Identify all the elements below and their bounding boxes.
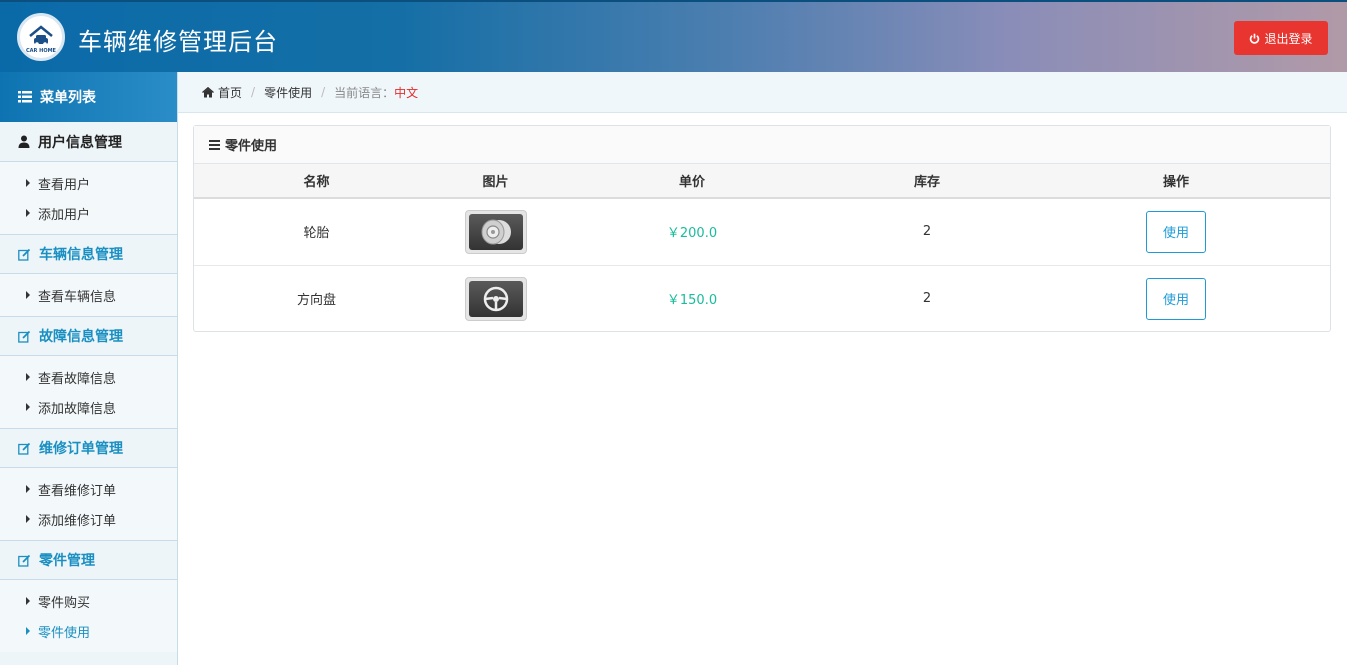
edit-icon — [18, 442, 31, 455]
caret-right-icon — [26, 485, 30, 493]
parts-table: 名称 图片 单价 库存 操作 轮胎 ￥200.0 2 使用 方向盘 ￥150.0… — [194, 164, 1330, 332]
caret-right-icon — [26, 209, 30, 217]
panel-header: 零件使用 — [194, 126, 1330, 164]
sidebar-title: 菜单列表 — [40, 90, 96, 106]
column-header-price: 单价 — [552, 164, 832, 199]
part-image-cell — [439, 198, 552, 266]
sidebar-item-label: 查看维修订单 — [38, 483, 117, 499]
sidebar-group-label: 用户信息管理 — [38, 134, 122, 151]
part-action-cell: 使用 — [1022, 265, 1330, 332]
sidebar-item-label: 查看故障信息 — [38, 371, 117, 387]
caret-right-icon — [26, 627, 30, 635]
sidebar-item-label: 添加维修订单 — [38, 513, 117, 529]
list-icon — [18, 91, 32, 103]
table-row: 轮胎 ￥200.0 2 使用 — [194, 198, 1330, 266]
use-part-button[interactable]: 使用 — [1146, 210, 1206, 253]
use-part-button[interactable]: 使用 — [1146, 277, 1206, 320]
sidebar-item-view-users[interactable]: 查看用户 — [0, 168, 177, 198]
breadcrumb: 首页 / 零件使用 / 当前语言： 中文 — [178, 72, 1347, 113]
sidebar-item-view-vehicles[interactable]: 查看车辆信息 — [0, 280, 177, 310]
sidebar-group-parts[interactable]: 零件管理 — [0, 540, 177, 580]
app-logo: CAR HOME — [17, 13, 65, 61]
logout-button[interactable]: 退出登录 — [1234, 21, 1328, 55]
sidebar-item-view-orders[interactable]: 查看维修订单 — [0, 474, 177, 504]
sidebar-group-label: 零件管理 — [39, 553, 95, 569]
part-action-cell: 使用 — [1022, 198, 1330, 266]
sidebar-group-items: 查看故障信息 添加故障信息 — [0, 356, 177, 428]
sidebar-header: 菜单列表 — [0, 72, 177, 122]
power-icon — [1250, 33, 1260, 44]
edit-icon — [18, 248, 31, 261]
part-image-cell — [439, 265, 552, 332]
sidebar-group-label: 车辆信息管理 — [39, 247, 123, 263]
sidebar-item-label: 查看用户 — [38, 177, 91, 193]
parts-use-panel: 零件使用 名称 图片 单价 库存 操作 轮胎 ￥200.0 2 使用 方向盘 ￥… — [193, 125, 1331, 332]
caret-right-icon — [26, 597, 30, 605]
caret-right-icon — [26, 373, 30, 381]
sidebar-item-label: 添加用户 — [38, 207, 91, 223]
sidebar-item-parts-purchase[interactable]: 零件购买 — [0, 586, 177, 616]
part-name: 方向盘 — [296, 293, 336, 309]
tire-icon — [481, 219, 511, 245]
part-price: ￥150.0 — [666, 293, 718, 309]
sidebar-group-items: 查看车辆信息 — [0, 274, 177, 316]
caret-right-icon — [26, 291, 30, 299]
edit-icon — [18, 554, 31, 567]
sidebar-group-items: 查看用户 添加用户 — [0, 162, 177, 234]
sidebar-group-user[interactable]: 用户信息管理 — [0, 122, 177, 162]
sidebar-group-label: 故障信息管理 — [39, 329, 123, 345]
breadcrumb-home-link[interactable]: 首页 — [218, 84, 242, 101]
top-header: CAR HOME 车辆维修管理后台 退出登录 — [0, 0, 1347, 72]
sidebar-group-orders[interactable]: 维修订单管理 — [0, 428, 177, 468]
sidebar-group-vehicle[interactable]: 车辆信息管理 — [0, 234, 177, 274]
logo-text: CAR HOME — [26, 48, 56, 54]
language-value[interactable]: 中文 — [394, 84, 418, 101]
panel-title: 零件使用 — [225, 139, 278, 154]
sidebar-group-fault[interactable]: 故障信息管理 — [0, 316, 177, 356]
caret-right-icon — [26, 515, 30, 523]
language-label: 当前语言： — [334, 85, 395, 100]
part-price: ￥200.0 — [552, 198, 832, 266]
steering-wheel-icon — [483, 286, 508, 311]
breadcrumb-current: 零件使用 — [264, 85, 313, 100]
sidebar-item-add-user[interactable]: 添加用户 — [0, 198, 177, 228]
user-icon — [18, 135, 30, 148]
app-title: 车辆维修管理后台 — [78, 28, 278, 56]
column-header-stock: 库存 — [832, 164, 1022, 199]
column-header-image: 图片 — [439, 164, 552, 199]
car-house-icon — [29, 25, 53, 46]
breadcrumb-separator: / — [251, 85, 256, 99]
logout-label: 退出登录 — [1264, 31, 1313, 46]
sidebar-item-parts-use[interactable]: 零件使用 — [0, 616, 177, 646]
steering-wheel-image — [464, 276, 527, 321]
column-header-action: 操作 — [1022, 164, 1330, 199]
sidebar: 菜单列表 用户信息管理 查看用户 添加用户 车辆信息管理 查看车辆信息 故障信息… — [0, 72, 178, 665]
tire-image — [464, 209, 527, 254]
menu-icon — [209, 139, 220, 150]
part-stock: 2 — [922, 291, 932, 307]
sidebar-item-add-fault[interactable]: 添加故障信息 — [0, 392, 177, 422]
sidebar-item-label: 零件购买 — [38, 595, 91, 611]
column-header-name: 名称 — [194, 164, 439, 199]
part-name: 轮胎 — [194, 198, 439, 266]
caret-right-icon — [26, 179, 30, 187]
sidebar-item-add-order[interactable]: 添加维修订单 — [0, 504, 177, 534]
sidebar-item-view-faults[interactable]: 查看故障信息 — [0, 362, 177, 392]
sidebar-group-label: 维修订单管理 — [39, 441, 123, 457]
part-stock: 2 — [832, 198, 1022, 266]
table-header-row: 名称 图片 单价 库存 操作 — [194, 164, 1330, 199]
sidebar-item-label: 零件使用 — [38, 625, 91, 641]
table-row: 方向盘 ￥150.0 2 使用 — [194, 265, 1330, 332]
sidebar-item-label: 添加故障信息 — [38, 401, 117, 417]
sidebar-group-items: 零件购买 零件使用 — [0, 580, 177, 652]
sidebar-item-label: 查看车辆信息 — [38, 289, 117, 305]
edit-icon — [18, 330, 31, 343]
sidebar-group-items: 查看维修订单 添加维修订单 — [0, 468, 177, 540]
breadcrumb-separator: / — [321, 85, 326, 99]
caret-right-icon — [26, 403, 30, 411]
home-icon — [202, 86, 214, 97]
